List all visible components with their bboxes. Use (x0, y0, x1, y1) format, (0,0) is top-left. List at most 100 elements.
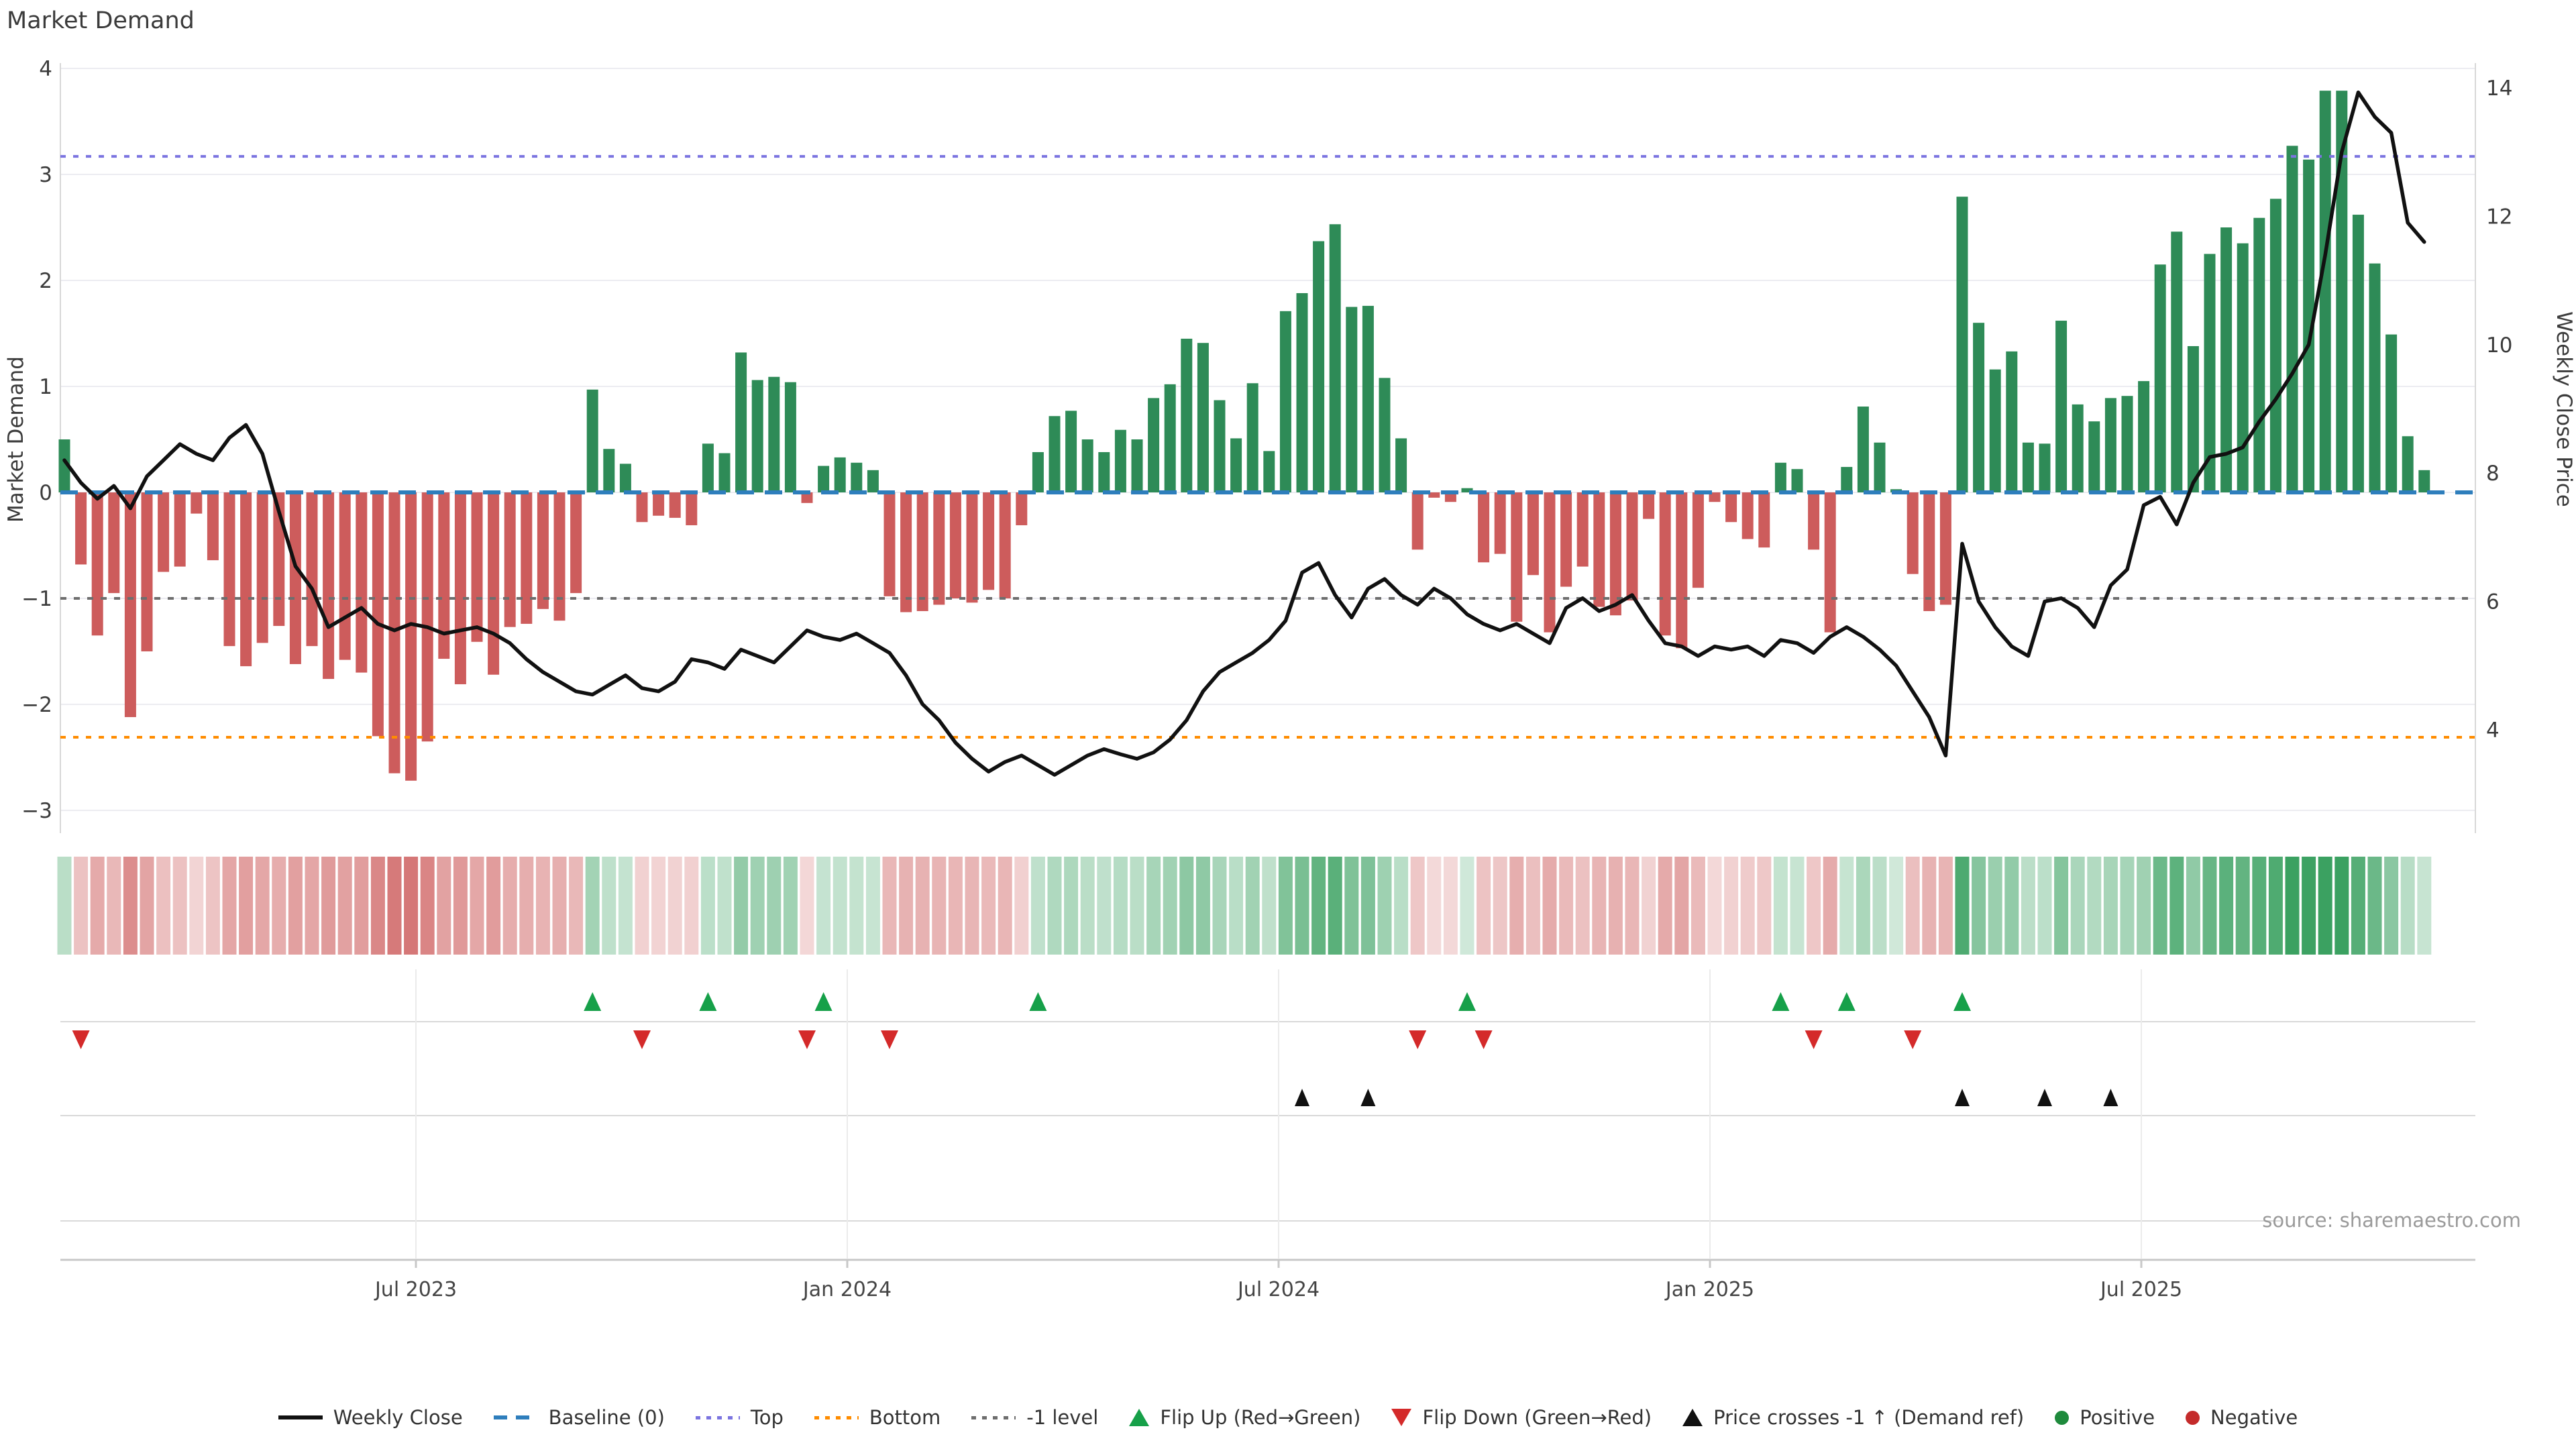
bar-positive (1148, 398, 1159, 492)
heatmap-cell (965, 857, 979, 955)
left-tick-label: −3 (21, 799, 52, 823)
heatmap-cell (2137, 857, 2151, 955)
bar-negative (389, 492, 400, 773)
heatmap-cell (437, 857, 451, 955)
heatmap-cell (1394, 857, 1408, 955)
bar-positive (2122, 396, 2133, 492)
bar-positive (1230, 438, 1242, 492)
bar-positive (2055, 321, 2067, 492)
bar-positive (1214, 400, 1226, 492)
legend-label: Flip Up (Red→Green) (1160, 1406, 1360, 1429)
heatmap-cell (1658, 857, 1672, 955)
bar-positive (2039, 443, 2051, 492)
legend-item: Baseline (0) (494, 1406, 665, 1429)
right-tick-label: 14 (2486, 76, 2512, 101)
heatmap-cell (1311, 857, 1326, 955)
bar-positive (867, 470, 879, 492)
bar-negative (191, 492, 202, 514)
x-tick-label: Jul 2025 (2099, 1278, 2182, 1301)
bar-negative (174, 492, 186, 567)
heatmap-cell (519, 857, 533, 955)
bar-positive (1032, 452, 1044, 492)
heatmap-cell (156, 857, 170, 955)
bar-negative (422, 492, 433, 741)
heatmap-cell (2121, 857, 2135, 955)
bar-positive (785, 382, 796, 492)
bar-positive (2353, 215, 2364, 492)
bar-negative (92, 492, 103, 635)
bar-negative (1478, 492, 1489, 562)
heatmap-cell (1229, 857, 1243, 955)
heatmap-cell (1724, 857, 1738, 955)
flip-up-marker (1458, 992, 1476, 1011)
heatmap-cell (1031, 857, 1045, 955)
bar-negative (125, 492, 136, 717)
heatmap-cell (1460, 857, 1474, 955)
heatmap-cell (949, 857, 963, 955)
heatmap-cell (1576, 857, 1590, 955)
heatmap-cell (1196, 857, 1210, 955)
bar-positive (2188, 346, 2199, 492)
heatmap-cell (1064, 857, 1078, 955)
legend-label: Negative (2210, 1406, 2298, 1429)
heatmap-cell (206, 857, 220, 955)
heatmap-cell (849, 857, 863, 955)
heatmap-cell (421, 857, 435, 955)
dots-legend-icon (814, 1416, 859, 1419)
bar-negative (307, 492, 318, 646)
price-cross-marker (2037, 1089, 2052, 1106)
heatmap-cell (651, 857, 665, 955)
legend-item: Negative (2186, 1406, 2298, 1429)
bar-positive (1049, 416, 1061, 492)
heatmap-cell (1179, 857, 1193, 955)
heatmap-cell (899, 857, 913, 955)
bar-negative (142, 492, 153, 651)
heatmap-cell (1411, 857, 1425, 955)
bar-positive (1395, 438, 1407, 492)
market-demand-chart: 43210−1−2−3141210864Jul 2023Jan 2024Jul … (0, 0, 2576, 1449)
bar-negative (158, 492, 169, 572)
heatmap-cell (684, 857, 698, 955)
left-tick-label: −1 (21, 587, 52, 611)
heatmap-cell (2334, 857, 2349, 955)
bar-positive (1280, 311, 1291, 492)
bar-positive (1065, 411, 1077, 492)
heatmap-cell (1757, 857, 1771, 955)
heatmap-cell (470, 857, 484, 955)
bar-positive (2270, 199, 2282, 492)
bar-positive (1197, 343, 1209, 492)
legend-label: Bottom (869, 1406, 941, 1429)
bar-negative (1808, 492, 1819, 549)
right-tick-label: 10 (2486, 333, 2512, 358)
legend-label: -1 level (1026, 1406, 1098, 1429)
legend-item: Top (696, 1406, 784, 1429)
legend-item: -1 level (971, 1406, 1098, 1429)
left-tick-label: 1 (39, 375, 52, 399)
legend-label: Flip Down (Green→Red) (1422, 1406, 1652, 1429)
bar-negative (900, 492, 912, 612)
weekly-close-line (64, 93, 2424, 775)
heatmap-cell (2021, 857, 2035, 955)
bar-positive (1115, 430, 1126, 492)
bar-positive (1346, 307, 1357, 493)
right-tick-label: 8 (2486, 462, 2500, 486)
bar-positive (1313, 241, 1324, 492)
right-tick-label: 4 (2486, 718, 2500, 743)
heatmap-cell (2401, 857, 2415, 955)
left-tick-label: −2 (21, 693, 52, 717)
bar-positive (2023, 443, 2034, 492)
tri-down-legend-icon (1391, 1409, 1411, 1426)
bar-negative (933, 492, 945, 604)
bar-negative (1544, 492, 1556, 633)
heatmap-cell (305, 857, 319, 955)
bar-negative (504, 492, 516, 627)
heatmap-cell (1543, 857, 1557, 955)
price-cross-marker (1295, 1089, 1309, 1106)
event-markers (72, 992, 2118, 1106)
bar-negative (1758, 492, 1770, 547)
heatmap-cell (701, 857, 715, 955)
bar-positive (2253, 218, 2265, 492)
legend-item: Positive (2055, 1406, 2155, 1429)
heatmap-cell (800, 857, 814, 955)
heatmap-cell (932, 857, 946, 955)
